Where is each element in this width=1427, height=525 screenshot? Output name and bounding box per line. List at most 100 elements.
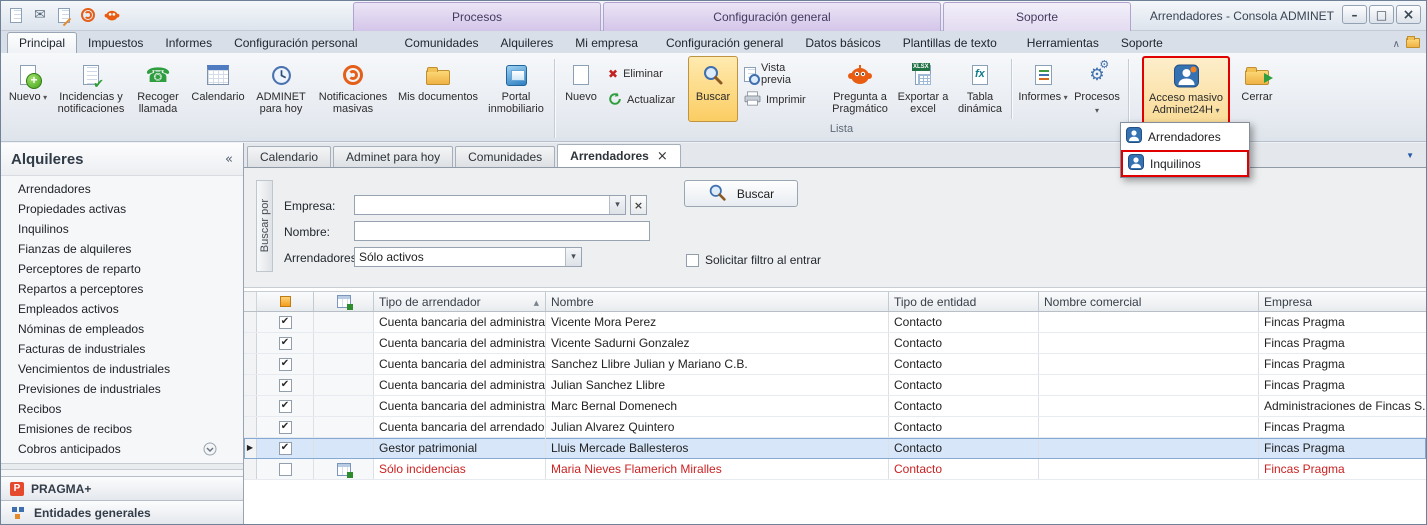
sidebar-item-perceptores[interactable]: Perceptores de reparto [1,259,243,279]
sidebar-group-entidades[interactable]: Entidades generales [1,500,243,524]
arrendadores-dropdown-icon[interactable] [565,248,581,266]
nombre-input[interactable] [355,223,649,239]
ribbon-tab-alquileres[interactable]: Alquileres [490,33,565,53]
table-row[interactable]: Cuenta bancaria del administrador Vicent… [244,312,1426,333]
row-checkbox[interactable] [257,459,314,479]
pregunta-pragmatico-button[interactable]: Pregunta a Pragmático [828,56,892,122]
row-checkbox[interactable] [257,354,314,374]
sidebar-splitter[interactable] [1,463,243,470]
sidebar-item-arrendadores[interactable]: Arrendadores [1,179,243,199]
adminet-spiral-icon[interactable] [79,6,97,24]
recoger-llamada-button[interactable]: Recoger llamada [131,56,185,137]
menu-item-arrendadores[interactable]: Arrendadores [1121,123,1249,150]
document-icon[interactable] [7,6,25,24]
ribbon-tab-configuracion-general[interactable]: Configuración general [655,33,794,53]
row-checkbox[interactable] [257,396,314,416]
ribbon-tab-plantillas[interactable]: Plantillas de texto [892,33,1008,53]
ribbon-tab-impuestos[interactable]: Impuestos [77,33,154,53]
sidebar-item-fianzas[interactable]: Fianzas de alquileres [1,239,243,259]
nuevo-item-button[interactable]: Nuevo [560,56,602,122]
ribbon-tab-mi-empresa[interactable]: Mi empresa [564,33,649,53]
informes-button[interactable]: Informes [1017,56,1069,122]
checkbox-icon[interactable] [686,254,699,267]
incidencias-button[interactable]: Incidencias y notificaciones [53,56,129,137]
collapse-sidebar-icon[interactable] [225,152,233,167]
buscar-button[interactable]: Buscar [684,180,798,207]
empresa-input[interactable] [355,197,609,213]
arrendadores-combo[interactable]: Sólo activos [354,247,582,267]
sidebar-item-previsiones[interactable]: Previsiones de industriales [1,379,243,399]
tab-arrendadores[interactable]: Arrendadores [557,144,681,167]
sidebar-group-pragma[interactable]: PRAGMA+ [1,476,243,500]
solicitar-filtro-checkbox[interactable]: Solicitar filtro al entrar [686,253,821,267]
select-all-header[interactable] [257,292,314,311]
chevron-down-circle-icon[interactable] [203,442,217,456]
table-row[interactable]: Cuenta bancaria del administrador Julian… [244,375,1426,396]
column-header-comercial[interactable]: Nombre comercial [1039,292,1259,311]
procesos-button[interactable]: Procesos [1071,56,1123,122]
table-row[interactable]: Cuenta bancaria del administrador Sanche… [244,354,1426,375]
ribbon-tab-comunidades[interactable]: Comunidades [394,33,490,53]
ribbon-tab-datos-basicos[interactable]: Datos básicos [794,33,891,53]
collapse-ribbon-icon[interactable] [1393,36,1400,50]
nombre-field[interactable] [354,221,650,241]
ribbon-tab-configuracion-personal[interactable]: Configuración personal [223,33,368,53]
sidebar-item-vencimientos[interactable]: Vencimientos de industriales [1,359,243,379]
exportar-excel-button[interactable]: Exportar a excel [894,56,952,122]
notificaciones-masivas-button[interactable]: Notificaciones masivas [313,56,393,137]
empresa-clear-button[interactable] [630,195,647,215]
empresa-dropdown-icon[interactable] [609,196,625,214]
actualizar-button[interactable]: Actualizar [604,89,686,111]
sidebar-item-emisiones[interactable]: Emisiones de recibos [1,419,243,439]
table-row[interactable]: Cuenta bancaria del administrador Vicent… [244,333,1426,354]
sidebar-item-empleados[interactable]: Empleados activos [1,299,243,319]
empresa-combo[interactable] [354,195,626,215]
portal-inmobiliario-button[interactable]: Portal inmobiliario [483,56,549,137]
menu-item-inquilinos[interactable]: Inquilinos [1121,150,1249,177]
column-header-tipo[interactable]: Tipo de arrendador [374,292,546,311]
tab-comunidades[interactable]: Comunidades [455,146,555,167]
table-row-selected[interactable]: Gestor patrimonial Lluis Mercade Ballest… [244,438,1426,459]
tab-close-icon[interactable] [657,149,668,164]
column-header-entidad[interactable]: Tipo de entidad [889,292,1039,311]
ribbon-tab-herramientas[interactable]: Herramientas [1016,33,1110,53]
sidebar-item-nominas[interactable]: Nóminas de empleados [1,319,243,339]
mail-icon[interactable] [31,6,49,24]
minimize-button[interactable] [1342,5,1367,24]
mis-documentos-button[interactable]: Mis documentos [395,56,481,137]
sidebar-item-propiedades-activas[interactable]: Propiedades activas [1,199,243,219]
nuevo-button[interactable]: Nuevo [5,56,51,137]
imprimir-button[interactable]: Imprimir [740,89,826,111]
row-checkbox[interactable] [257,438,314,458]
table-row-alert[interactable]: Sólo incidencias Maria Nieves Flamerich … [244,459,1426,480]
adminet-para-hoy-button[interactable]: ADMINET para hoy [251,56,311,137]
quick-folder-icon[interactable] [1406,38,1420,48]
filter-sidetab[interactable]: Buscar por [256,180,273,272]
sidebar-item-inquilinos[interactable]: Inquilinos [1,219,243,239]
row-checkbox[interactable] [257,375,314,395]
table-row[interactable]: Cuenta bancaria del arrendador Julian Al… [244,417,1426,438]
table-row[interactable]: Cuenta bancaria del administrador Marc B… [244,396,1426,417]
tab-calendario[interactable]: Calendario [247,146,331,167]
row-checkbox[interactable] [257,333,314,353]
edit-document-icon[interactable] [55,6,73,24]
tabla-dinamica-button[interactable]: Tabla dinámica [954,56,1006,122]
eliminar-button[interactable]: Eliminar [604,63,686,85]
row-checkbox[interactable] [257,312,314,332]
close-window-button[interactable] [1396,5,1421,24]
sidebar-item-cobros-anticipados[interactable]: Cobros anticipados [1,439,243,459]
restore-button[interactable] [1369,5,1394,24]
sidebar-item-facturas[interactable]: Facturas de industriales [1,339,243,359]
vista-previa-button[interactable]: Vista previa [740,63,826,85]
buscar-ribbon-button[interactable]: Buscar [688,56,738,122]
icon-column-header[interactable] [314,292,374,311]
column-header-empresa[interactable]: Empresa [1259,292,1426,311]
ribbon-tab-soporte[interactable]: Soporte [1110,33,1174,53]
row-checkbox[interactable] [257,417,314,437]
ribbon-tab-informes[interactable]: Informes [154,33,223,53]
ribbon-tab-principal[interactable]: Principal [7,32,77,53]
sidebar-item-recibos[interactable]: Recibos [1,399,243,419]
pragmatico-robot-icon[interactable] [103,6,121,24]
calendario-button[interactable]: Calendario [187,56,249,137]
tab-adminet-para-hoy[interactable]: Adminet para hoy [333,146,453,167]
